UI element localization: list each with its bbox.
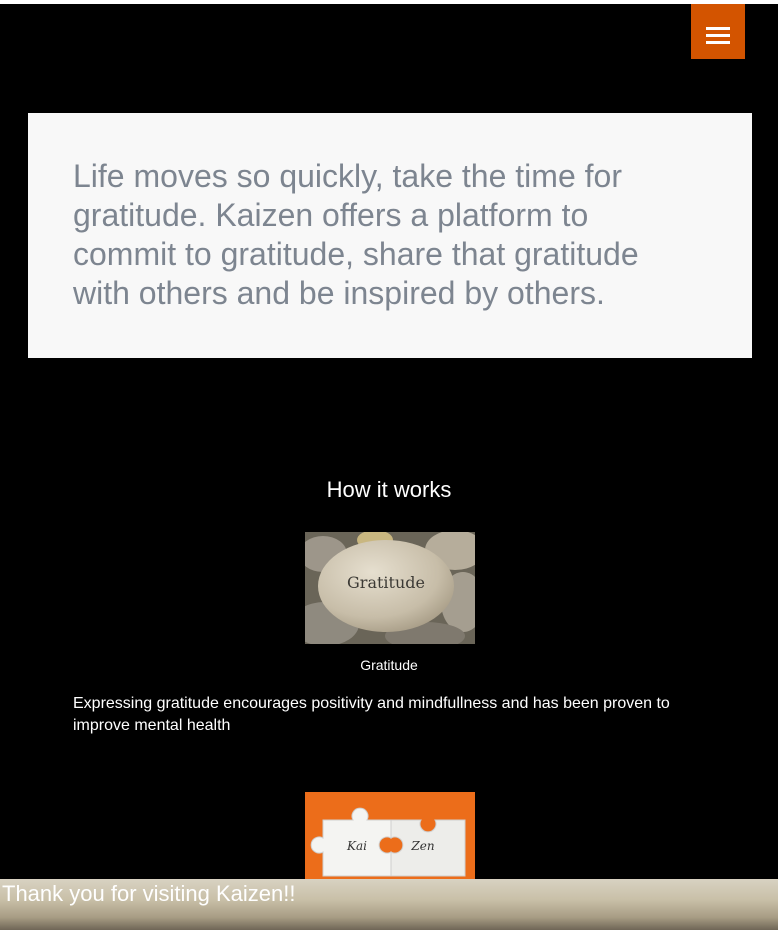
gratitude-caption: Gratitude bbox=[360, 657, 418, 673]
hero-text: Life moves so quickly, take the time for… bbox=[73, 158, 639, 311]
puzzle-text-zen: Zen bbox=[410, 839, 434, 853]
kaizen-puzzle-image: Kai Zen bbox=[305, 792, 475, 880]
top-strip bbox=[0, 0, 778, 4]
how-it-works-title: How it works bbox=[326, 477, 452, 502]
stone-image-text: Gratitude bbox=[347, 573, 425, 592]
puzzle-text-kai: Kai bbox=[346, 839, 367, 853]
footer-text: Thank you for visiting Kaizen!! bbox=[2, 881, 296, 906]
gratitude-stone-image: Gratitude bbox=[305, 532, 475, 644]
gratitude-description: Expressing gratitude encourages positivi… bbox=[73, 695, 670, 734]
footer-bar: Thank you for visiting Kaizen!! bbox=[0, 879, 778, 930]
hero-card: Life moves so quickly, take the time for… bbox=[28, 113, 752, 358]
menu-button[interactable] bbox=[691, 4, 745, 59]
